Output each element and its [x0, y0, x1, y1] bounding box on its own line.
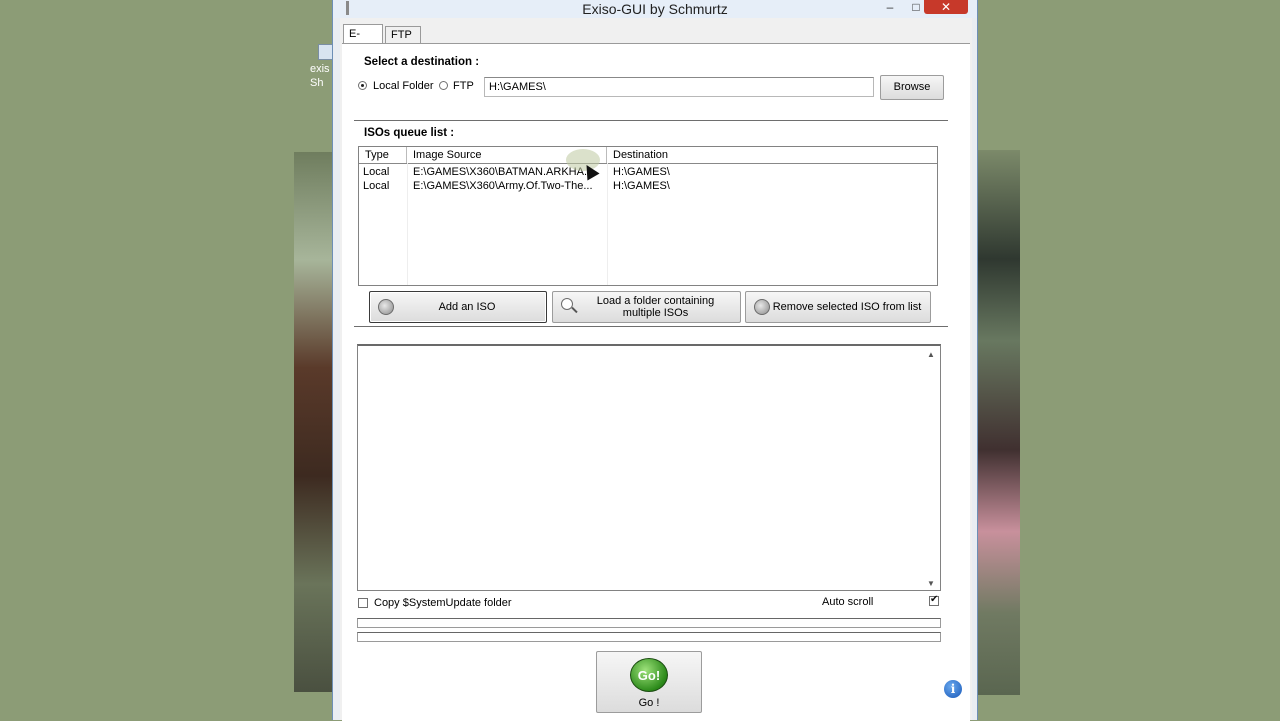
section-divider [354, 326, 948, 328]
queue-section-label: ISOs queue list : [364, 127, 455, 139]
destination-section-label: Select a destination : [364, 56, 480, 68]
column-header-type[interactable]: Type [359, 147, 407, 163]
info-icon[interactable]: i [944, 680, 962, 698]
browse-button[interactable]: Browse [880, 75, 944, 100]
progress-bar-file [357, 618, 941, 628]
table-row[interactable]: Local E:\GAMES\X360\BATMAN.ARKHA... H:\G… [359, 165, 937, 179]
list-header: Type Image Source Destination [359, 147, 937, 164]
close-button[interactable]: ✕ [924, 0, 968, 14]
title-bar[interactable]: Exiso-GUI by Schmurtz – □ ✕ [333, 0, 977, 18]
disc-remove-icon [754, 299, 770, 315]
progress-bar-total [357, 632, 941, 642]
log-scrollbar[interactable]: ▲ ▼ [923, 346, 940, 590]
minimize-button[interactable]: – [881, 0, 899, 14]
local-folder-radio[interactable] [358, 81, 367, 90]
go-label: Go ! [638, 697, 660, 709]
row-source: E:\GAMES\X360\Army.Of.Two-The... [413, 180, 593, 192]
log-output-area[interactable]: ▲ ▼ [357, 344, 941, 591]
copy-systemupdate-label[interactable]: Copy $SystemUpdate folder [374, 597, 512, 609]
scroll-down-icon[interactable]: ▼ [927, 579, 935, 588]
iso-queue-list[interactable]: Type Image Source Destination Local E:\G… [358, 146, 938, 286]
tab-ftp[interactable]: FTP [385, 26, 421, 44]
scroll-up-icon[interactable]: ▲ [927, 350, 935, 359]
go-button[interactable]: Go! Go ! [596, 651, 702, 713]
ftp-radio-label[interactable]: FTP [453, 80, 474, 92]
go-icon: Go! [630, 658, 668, 692]
remove-iso-button[interactable]: Remove selected ISO from list [745, 291, 931, 323]
load-folder-button[interactable]: Load a folder containing multiple ISOs [552, 291, 741, 323]
destination-path-input[interactable] [484, 77, 874, 97]
copy-systemupdate-checkbox[interactable] [358, 598, 368, 608]
load-folder-label: Load a folder containing multiple ISOs [596, 295, 715, 319]
local-folder-radio-label[interactable]: Local Folder [373, 80, 434, 92]
table-row[interactable]: Local E:\GAMES\X360\Army.Of.Two-The... H… [359, 179, 937, 193]
auto-scroll-checkbox[interactable] [929, 594, 939, 606]
tab-panel-exiso: Select a destination : Local Folder FTP … [342, 43, 970, 721]
app-window: Exiso-GUI by Schmurtz – □ ✕ E-xiso FTP S… [332, 0, 978, 721]
row-type: Local [363, 180, 390, 192]
magnifier-icon [561, 298, 573, 310]
desktop-wallpaper-left [294, 152, 334, 692]
ftp-radio[interactable] [439, 81, 448, 90]
client-area: E-xiso FTP Select a destination : Local … [340, 18, 972, 721]
column-header-destination[interactable]: Destination [607, 147, 937, 163]
tab-exiso[interactable]: E-xiso [343, 24, 383, 58]
remove-iso-label: Remove selected ISO from list [772, 301, 922, 313]
auto-scroll-label[interactable]: Auto scroll [822, 596, 873, 608]
maximize-button[interactable]: □ [907, 0, 925, 14]
section-divider [354, 120, 948, 122]
add-iso-button[interactable]: Add an ISO [369, 291, 547, 323]
disc-add-icon [378, 299, 394, 315]
row-type: Local [363, 166, 390, 178]
add-iso-label: Add an ISO [438, 301, 496, 313]
row-destination: H:\GAMES\ [613, 166, 670, 178]
desktop-wallpaper-right [978, 150, 1020, 695]
row-destination: H:\GAMES\ [613, 180, 670, 192]
